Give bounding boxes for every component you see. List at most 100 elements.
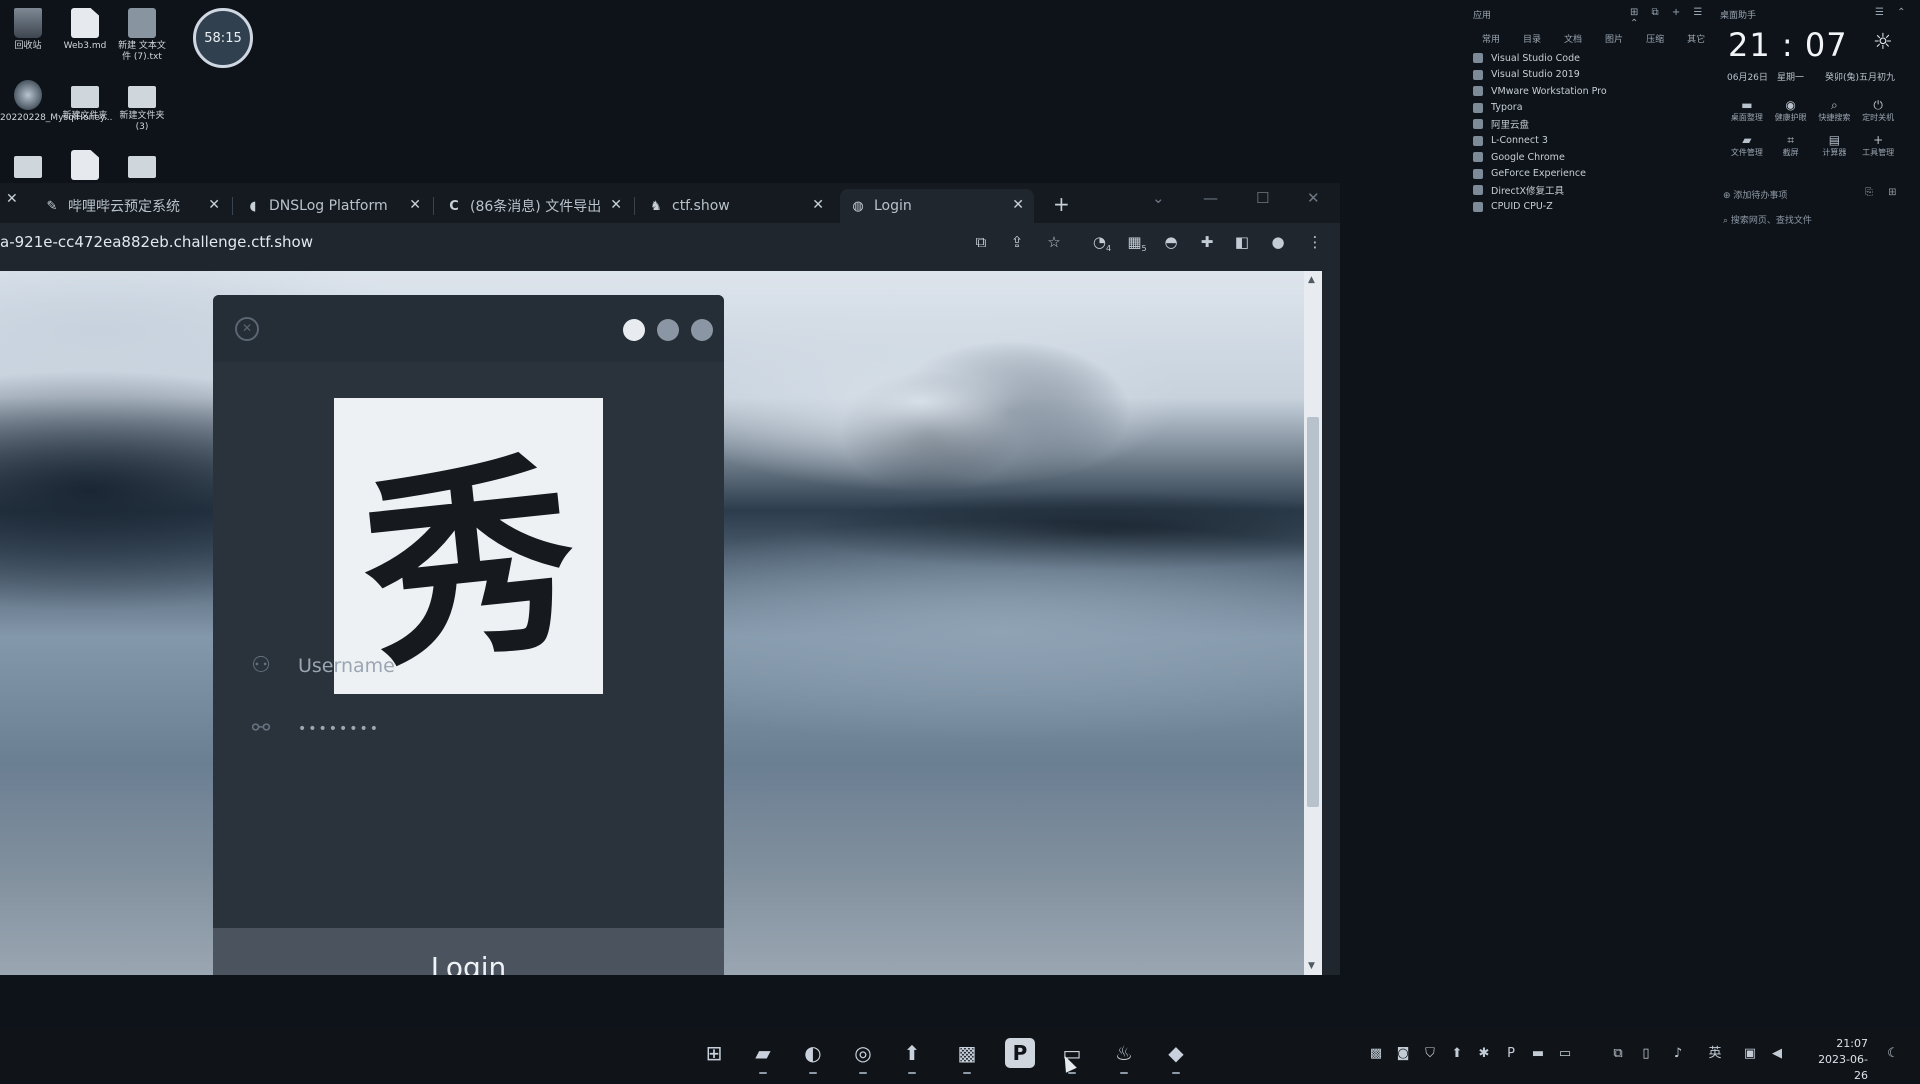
desktop-icon-new-folder[interactable]: 新建文件夹: [57, 80, 113, 122]
app-item[interactable]: GeForce Experience: [1473, 166, 1607, 183]
url-field[interactable]: a-921e-cc472ea882eb.challenge.ctf.show: [0, 233, 313, 251]
tab-close-icon[interactable]: ✕: [812, 197, 824, 213]
action-calculator[interactable]: ▤ 计算器: [1813, 133, 1857, 158]
scroll-thumb[interactable]: [1307, 417, 1319, 807]
username-input[interactable]: [296, 654, 660, 678]
tray-camera-icon[interactable]: ◙: [1394, 1045, 1412, 1063]
close-icon[interactable]: ✕: [6, 191, 18, 207]
tray-powerpoint-icon[interactable]: P: [1502, 1045, 1520, 1063]
app-item[interactable]: 阿里云盘: [1473, 116, 1607, 133]
taskbar-steam[interactable]: ♨: [1109, 1038, 1139, 1074]
desktop-icon-recycle-bin[interactable]: 回收站: [0, 8, 56, 52]
desktop-icon-web3-md[interactable]: Web3.md: [57, 8, 113, 52]
tab-booking[interactable]: ✎ 哔哩哔云预定系统 ✕: [44, 189, 220, 223]
taskbar-file-explorer[interactable]: ▰: [748, 1038, 778, 1074]
start-button[interactable]: ⊞: [699, 1038, 729, 1068]
desktop-icon-new-folder-3[interactable]: 新建文件夹 (3): [114, 80, 170, 133]
timer-badge[interactable]: 58:15: [193, 8, 253, 68]
close-icon[interactable]: ✕: [235, 317, 259, 341]
tray-usb-icon[interactable]: ▯: [1637, 1045, 1655, 1063]
desktop-icon-zip[interactable]: 20220228_MysqlHoney...: [0, 80, 112, 124]
translate-icon[interactable]: ⧉: [971, 232, 991, 252]
action-quick-search[interactable]: ⌕ 快捷搜索: [1813, 98, 1857, 123]
scroll-up-icon[interactable]: ▲: [1308, 275, 1315, 285]
category-tab[interactable]: 图片: [1605, 32, 1623, 45]
tab-dnslog[interactable]: ◖ DNSLog Platform ✕: [245, 189, 421, 223]
dot-icon[interactable]: [691, 319, 713, 341]
login-button[interactable]: Login: [213, 928, 724, 975]
tray-upload-icon[interactable]: ⬆: [1448, 1045, 1466, 1063]
category-tab[interactable]: 其它: [1687, 32, 1705, 45]
tray-chat-icon[interactable]: ▭: [1556, 1045, 1574, 1063]
taskbar-chrome[interactable]: ◎: [848, 1038, 878, 1074]
tab-close-icon[interactable]: ✕: [1012, 197, 1024, 213]
panel-tools[interactable]: ⊞ ⧉ + ☰ ⌃: [1630, 7, 1710, 29]
tab-ctfshow[interactable]: ♞ ctf.show ✕: [648, 189, 824, 223]
more-menu-icon[interactable]: ⋮: [1305, 232, 1325, 252]
profile-icon[interactable]: ●: [1268, 232, 1288, 252]
notification-moon-icon[interactable]: ☾: [1884, 1045, 1902, 1063]
extension-b-icon[interactable]: ▦5: [1127, 232, 1147, 253]
action-eye-care[interactable]: ◉ 健康护眼: [1769, 98, 1813, 123]
taskbar-monitor-app[interactable]: ▩: [952, 1038, 982, 1074]
app-item[interactable]: Typora: [1473, 100, 1607, 117]
volume-icon[interactable]: ◀: [1768, 1045, 1786, 1063]
todo-tools-icon[interactable]: ⎘ ⊞: [1865, 187, 1903, 198]
password-input[interactable]: [296, 720, 660, 738]
app-item[interactable]: Visual Studio Code: [1473, 50, 1607, 67]
action-screenshot[interactable]: ⌗ 截屏: [1769, 133, 1813, 158]
tab-close-icon[interactable]: ✕: [409, 197, 421, 213]
minimize-icon[interactable]: —: [1203, 189, 1218, 207]
tray-bug-icon[interactable]: ✱: [1475, 1045, 1493, 1063]
taskbar-tool-app[interactable]: ⬆: [897, 1038, 927, 1074]
tab-close-icon[interactable]: ✕: [610, 197, 622, 213]
dot-icon[interactable]: [657, 319, 679, 341]
window-close-icon[interactable]: ✕: [1307, 189, 1320, 207]
extension-a-icon[interactable]: ◔4: [1092, 232, 1112, 253]
category-tab[interactable]: 文档: [1564, 32, 1582, 45]
tab-search-icon[interactable]: ⌄: [1152, 189, 1165, 207]
scroll-down-icon[interactable]: ▼: [1308, 961, 1315, 971]
input-method-indicator[interactable]: 英: [1706, 1045, 1724, 1063]
taskbar-powerpoint[interactable]: P: [1005, 1038, 1035, 1068]
app-item[interactable]: DirectX修复工具: [1473, 182, 1607, 199]
desktop-icon-text-file[interactable]: 新建 文本文件 (7).txt: [114, 8, 170, 63]
action-shutdown-timer[interactable]: ⏻ 定时关机: [1856, 98, 1900, 123]
app-item[interactable]: CPUID CPU-Z: [1473, 199, 1607, 216]
add-todo-link[interactable]: ⊕ 添加待办事项: [1723, 188, 1787, 201]
tray-copy-icon[interactable]: ⧉: [1609, 1045, 1627, 1063]
dot-icon[interactable]: [623, 319, 645, 341]
category-tab[interactable]: 压缩: [1646, 32, 1664, 45]
bookmark-star-icon[interactable]: ☆: [1044, 232, 1064, 252]
tray-monitor-icon[interactable]: ▩: [1367, 1045, 1385, 1063]
app-item[interactable]: Google Chrome: [1473, 149, 1607, 166]
tab-close-icon[interactable]: ✕: [208, 197, 220, 213]
action-tool-manager[interactable]: + 工具管理: [1856, 133, 1900, 158]
assistant-menu-icon[interactable]: ☰ ⌃: [1875, 7, 1911, 18]
extension-c-icon[interactable]: ◓: [1161, 232, 1181, 252]
taskbar-edge[interactable]: ◐: [798, 1038, 828, 1074]
maximize-icon[interactable]: ☐: [1256, 189, 1269, 207]
action-file-manager[interactable]: ▰ 文件管理: [1725, 133, 1769, 158]
page-scrollbar[interactable]: ▲ ▼: [1304, 271, 1322, 975]
desktop-icon-folder[interactable]: [0, 150, 56, 181]
desktop-icon-folder[interactable]: [114, 150, 170, 181]
app-item[interactable]: VMware Workstation Pro: [1473, 83, 1607, 100]
action-desktop-organize[interactable]: ▬ 桌面整理: [1725, 98, 1769, 123]
microphone-icon[interactable]: ♪: [1669, 1045, 1687, 1063]
share-icon[interactable]: ⇪: [1007, 232, 1027, 252]
extensions-puzzle-icon[interactable]: ✚: [1197, 232, 1217, 252]
category-tab[interactable]: 常用: [1482, 32, 1500, 45]
app-item[interactable]: Visual Studio 2019: [1473, 67, 1607, 84]
category-tab[interactable]: 目录: [1523, 32, 1541, 45]
side-panel-icon[interactable]: ◧: [1232, 232, 1252, 252]
tab-csdn[interactable]: C (86条消息) 文件导出 ✕: [446, 189, 622, 223]
assistant-search[interactable]: ⌕ 搜索网页、查找文件: [1723, 213, 1812, 226]
desktop-icon-document[interactable]: [57, 150, 113, 183]
tray-display-icon[interactable]: ▬: [1529, 1045, 1547, 1063]
app-item[interactable]: L-Connect 3: [1473, 133, 1607, 150]
network-icon[interactable]: ▣: [1741, 1045, 1759, 1063]
new-tab-button[interactable]: +: [1053, 192, 1070, 216]
taskbar-games-app[interactable]: ◆: [1161, 1038, 1191, 1074]
system-clock[interactable]: 21:07 2023-06-26: [1808, 1036, 1868, 1084]
